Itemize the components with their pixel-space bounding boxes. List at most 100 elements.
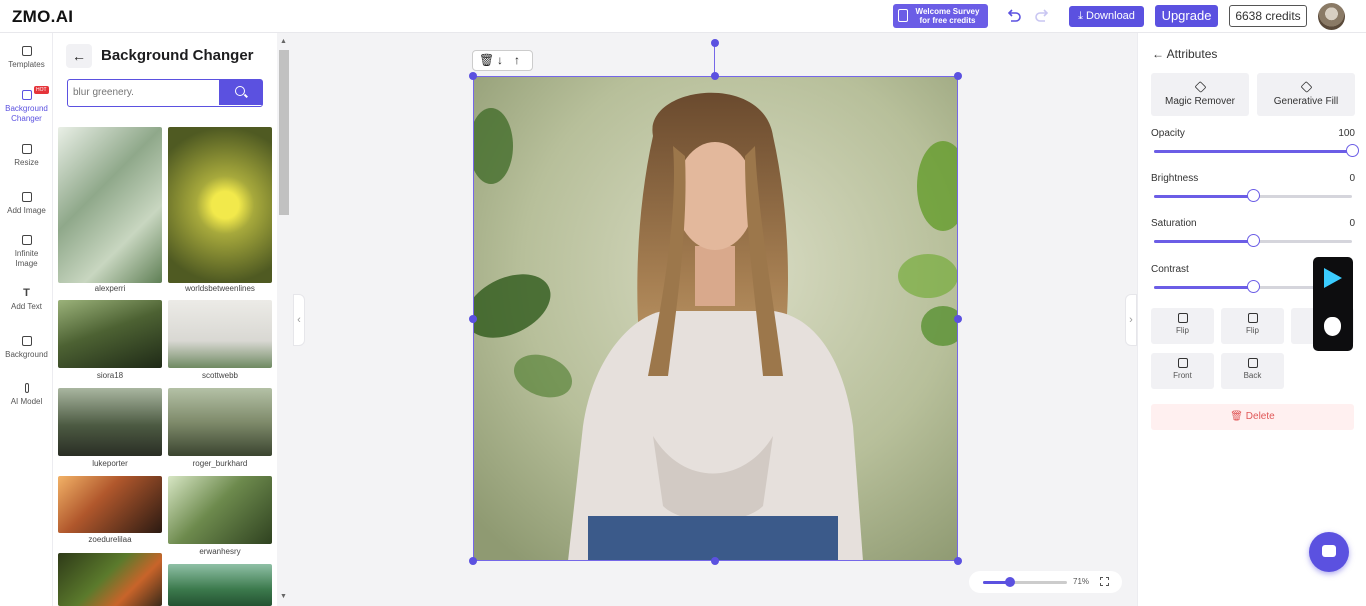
resize-handle-top-left[interactable] bbox=[469, 72, 477, 80]
fill-bucket-icon bbox=[1300, 81, 1312, 93]
arrow-down-icon[interactable]: ↓ bbox=[497, 53, 503, 67]
collapse-left-panel-button[interactable]: ‹ bbox=[293, 294, 305, 346]
resize-handle-bottom[interactable] bbox=[711, 557, 719, 565]
undo-icon[interactable] bbox=[1005, 7, 1023, 25]
background-icon bbox=[21, 336, 32, 346]
scroll-down-icon[interactable]: ▼ bbox=[280, 593, 287, 600]
brightness-label: Brightness bbox=[1151, 173, 1199, 184]
google-play-icon[interactable] bbox=[1324, 268, 1342, 288]
trash-icon: 🗑 bbox=[1230, 411, 1243, 422]
resize-handle-right[interactable] bbox=[954, 315, 962, 323]
resize-handle-bottom-right[interactable] bbox=[954, 557, 962, 565]
logo[interactable]: ZMO.AI bbox=[12, 7, 73, 27]
rail-item-background[interactable]: Background bbox=[0, 336, 53, 360]
delete-button[interactable]: 🗑 Delete bbox=[1151, 404, 1354, 430]
delete-label: Delete bbox=[1245, 411, 1275, 422]
flip-horizontal-icon bbox=[1177, 313, 1188, 323]
redo-icon[interactable] bbox=[1033, 7, 1051, 25]
survey-line2: for free credits bbox=[919, 16, 976, 25]
background-thumbnail[interactable] bbox=[168, 300, 272, 368]
search-button[interactable] bbox=[219, 80, 262, 105]
background-thumbnail[interactable] bbox=[168, 127, 272, 283]
chevron-right-icon: › bbox=[1129, 314, 1133, 326]
generative-fill-button[interactable]: Generative Fill bbox=[1257, 73, 1355, 116]
left-tool-rail: Templates HOT Background Changer Resize … bbox=[0, 33, 53, 606]
flip-vertical-button[interactable]: Flip bbox=[1221, 308, 1284, 344]
thumbnail-caption: lukeporter bbox=[92, 459, 128, 468]
saturation-slider-fill bbox=[1154, 240, 1253, 243]
opacity-value: 100 bbox=[1338, 128, 1355, 139]
rotate-handle[interactable] bbox=[711, 39, 719, 47]
rail-item-ai-model[interactable]: AI Model bbox=[0, 383, 53, 407]
opacity-slider-knob[interactable] bbox=[1346, 144, 1359, 157]
generative-fill-label: Generative Fill bbox=[1273, 96, 1339, 107]
contrast-slider-fill bbox=[1154, 286, 1253, 289]
collapse-right-panel-button[interactable]: › bbox=[1125, 294, 1137, 346]
search-input[interactable] bbox=[68, 80, 220, 105]
back-label: Back bbox=[1243, 371, 1262, 380]
rail-item-resize[interactable]: Resize bbox=[0, 144, 53, 168]
rail-item-background-changer[interactable]: HOT Background Changer bbox=[0, 86, 53, 124]
zoom-slider-knob[interactable] bbox=[1004, 577, 1015, 587]
search-icon bbox=[235, 86, 245, 96]
panel-title: Background Changer bbox=[101, 47, 254, 64]
thumbnail-caption: siora18 bbox=[96, 371, 124, 380]
resize-handle-top-right[interactable] bbox=[954, 72, 962, 80]
welcome-survey-button[interactable]: Welcome Survey for free credits bbox=[893, 4, 988, 28]
background-thumbnail[interactable] bbox=[58, 553, 162, 606]
model-icon bbox=[24, 383, 29, 393]
fullscreen-icon[interactable] bbox=[1100, 577, 1109, 586]
background-thumbnail[interactable] bbox=[58, 388, 162, 456]
zoom-control: 71% bbox=[969, 571, 1122, 593]
text-icon: T bbox=[23, 287, 30, 299]
rail-label: Infinite Image bbox=[14, 249, 39, 268]
background-thumbnail[interactable] bbox=[168, 388, 272, 456]
rail-label: Background Changer bbox=[5, 104, 48, 123]
opacity-slider-fill bbox=[1154, 150, 1352, 153]
back-button[interactable]: ← bbox=[66, 44, 92, 68]
rail-item-templates[interactable]: Templates bbox=[0, 46, 53, 70]
trash-icon[interactable]: 🗑 bbox=[479, 53, 494, 67]
download-button[interactable]: ⤓ Download bbox=[1069, 6, 1144, 27]
scroll-up-icon[interactable]: ▲ bbox=[280, 38, 287, 45]
arrow-up-icon[interactable]: ↑ bbox=[514, 53, 520, 67]
background-thumbnail[interactable] bbox=[58, 127, 162, 283]
resize-handle-bottom-left[interactable] bbox=[469, 557, 477, 565]
brightness-slider-fill bbox=[1154, 195, 1253, 198]
selection-box bbox=[473, 76, 958, 561]
upgrade-button[interactable]: Upgrade bbox=[1155, 5, 1218, 27]
rail-item-add-text[interactable]: T Add Text bbox=[0, 288, 53, 312]
rail-item-add-image[interactable]: Add Image bbox=[0, 192, 53, 216]
rail-item-infinite-image[interactable]: Infinite Image bbox=[0, 235, 53, 269]
app-store-popup bbox=[1313, 257, 1353, 351]
contrast-slider-knob[interactable] bbox=[1247, 280, 1260, 293]
arrow-left-icon: ← bbox=[1152, 47, 1164, 61]
bring-front-icon bbox=[1177, 358, 1188, 368]
send-back-button[interactable]: Back bbox=[1221, 353, 1284, 389]
resize-handle-top[interactable] bbox=[711, 72, 719, 80]
chat-support-button[interactable] bbox=[1309, 532, 1349, 572]
background-thumbnail[interactable] bbox=[168, 564, 272, 606]
top-bar: ZMO.AI Welcome Survey for free credits ⤓… bbox=[0, 0, 1366, 33]
avatar[interactable] bbox=[1318, 3, 1345, 30]
apple-icon[interactable] bbox=[1324, 317, 1341, 336]
resize-handle-left[interactable] bbox=[469, 315, 477, 323]
saturation-value: 0 bbox=[1349, 218, 1355, 229]
send-back-icon bbox=[1247, 358, 1258, 368]
background-thumbnail[interactable] bbox=[58, 300, 162, 368]
background-thumbnail[interactable] bbox=[168, 476, 272, 544]
flip-horizontal-button[interactable]: Flip bbox=[1151, 308, 1214, 344]
saturation-slider-knob[interactable] bbox=[1247, 234, 1260, 247]
arrow-left-icon: ← bbox=[72, 48, 86, 64]
magic-remover-button[interactable]: Magic Remover bbox=[1151, 73, 1249, 116]
credits-badge[interactable]: 6638 credits bbox=[1229, 5, 1307, 27]
thumbnail-caption: scottwebb bbox=[201, 371, 239, 380]
layers-icon bbox=[21, 90, 32, 100]
thumbnail-caption: erwanhesry bbox=[199, 547, 241, 556]
attributes-header[interactable]: ← Attributes bbox=[1152, 47, 1217, 61]
brightness-value: 0 bbox=[1349, 173, 1355, 184]
background-thumbnail[interactable] bbox=[58, 476, 162, 533]
panel-scroll-thumb[interactable] bbox=[279, 50, 289, 215]
bring-front-button[interactable]: Front bbox=[1151, 353, 1214, 389]
brightness-slider-knob[interactable] bbox=[1247, 189, 1260, 202]
